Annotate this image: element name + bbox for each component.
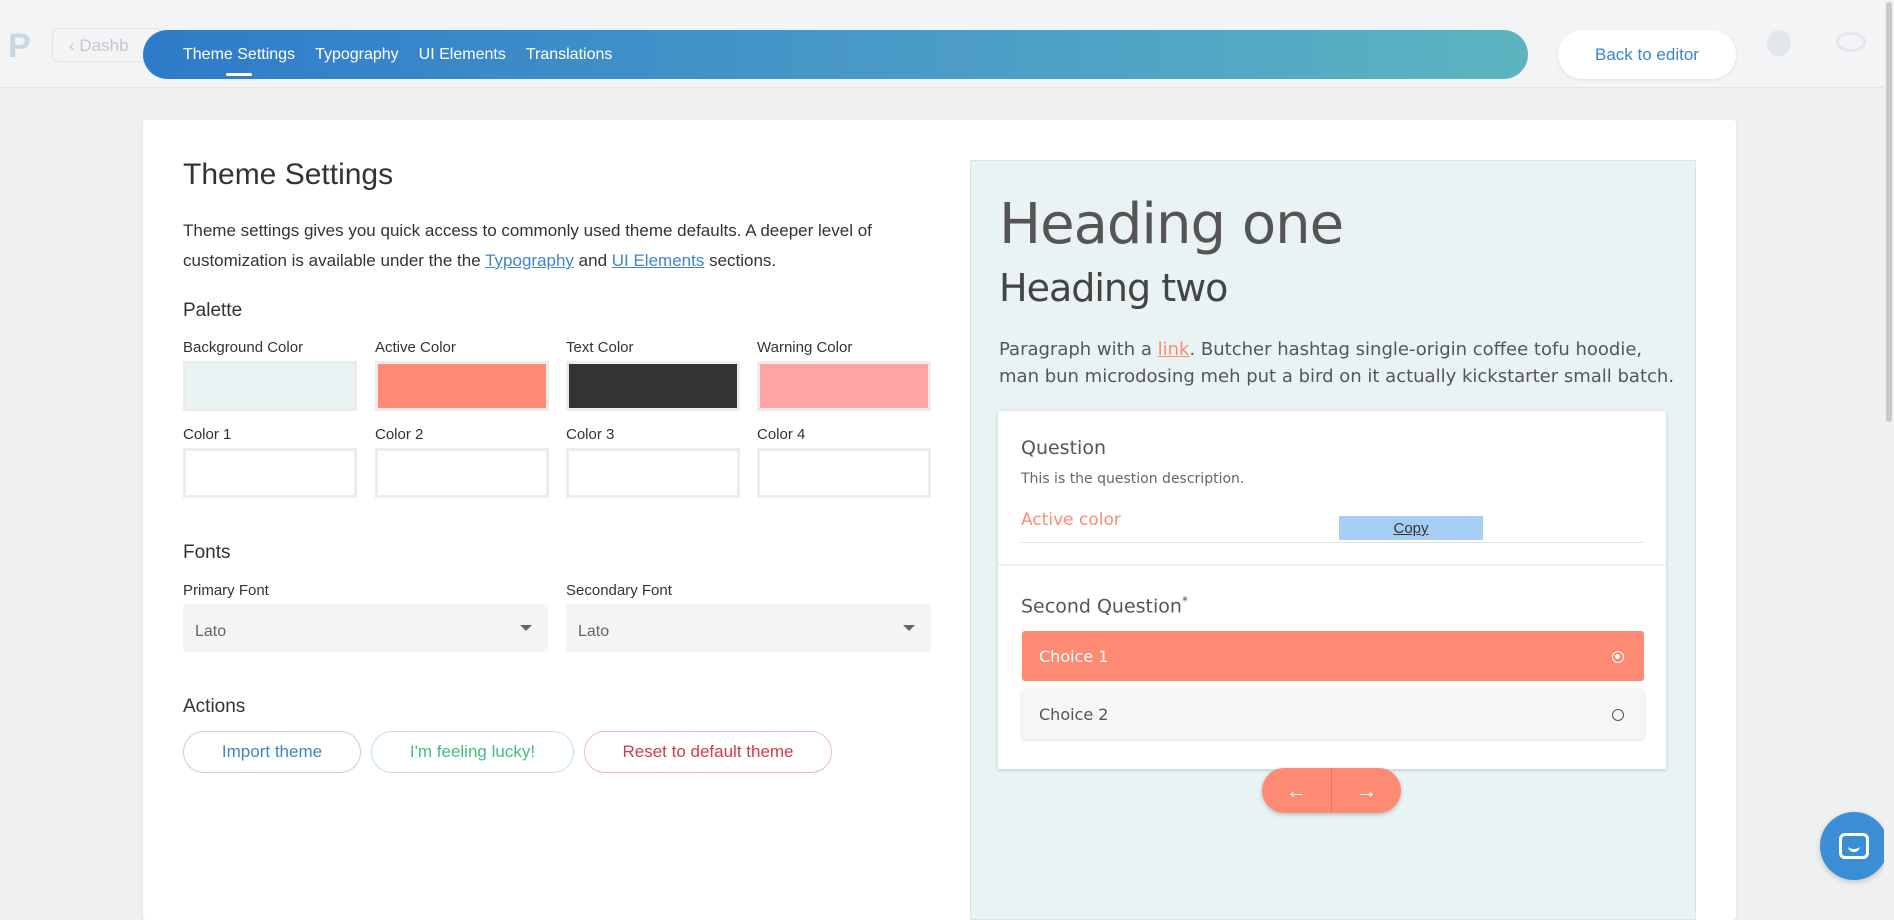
arrow-left-icon[interactable]: ← [1262,768,1331,813]
secondary-font-select[interactable]: Lato [566,604,931,652]
active-color-swatch[interactable] [375,361,549,411]
import-theme-button[interactable]: Import theme [183,731,361,773]
palette-heading: Palette [183,300,243,321]
color-1-label: Color 1 [183,426,232,443]
active-color-label: Active Color [375,339,456,356]
page-title: Theme Settings [183,158,394,191]
intro-text: Theme settings gives you quick access to… [183,221,872,270]
primary-font-label: Primary Font [183,582,269,599]
color-4-label: Color 4 [757,426,806,443]
color-1-swatch[interactable] [183,448,357,498]
color-4-swatch[interactable] [757,448,931,498]
text-color-label: Text Color [566,339,634,356]
feeling-lucky-button[interactable]: I'm feeling lucky! [371,731,574,773]
scrollbar-thumb[interactable] [1886,2,1892,422]
background-color-swatch[interactable] [183,361,357,411]
contrast-icon [1767,30,1791,56]
question-title: Question [1021,437,1106,459]
chevron-down-icon [520,625,532,631]
tab-translations[interactable]: Translations [526,46,613,64]
preview-heading-one: Heading one [999,192,1344,257]
fonts-heading: Fonts [183,542,231,563]
choice-2[interactable]: Choice 2 [1022,689,1644,739]
tab-theme-settings[interactable]: Theme Settings [183,46,295,64]
theme-nav: Theme Settings Typography UI Elements Tr… [143,30,1528,79]
preview-heading-two: Heading two [999,266,1228,310]
choice-1[interactable]: Choice 1 [1022,631,1644,681]
eye-icon [1836,32,1866,52]
tab-typography[interactable]: Typography [315,46,399,64]
reset-theme-button[interactable]: Reset to default theme [584,731,832,773]
typography-link[interactable]: Typography [485,251,574,270]
primary-font-select[interactable]: Lato [183,604,548,652]
radio-icon [1612,709,1624,721]
question-divider [998,564,1666,566]
preview-paragraph: Paragraph with a link. Butcher hashtag s… [999,339,1675,387]
warning-color-label: Warning Color [757,339,853,356]
tab-ui-elements[interactable]: UI Elements [419,46,506,64]
chat-launcher-button[interactable] [1820,812,1888,880]
color-2-swatch[interactable] [375,448,549,498]
question-description: This is the question description. [1021,471,1245,487]
chevron-down-icon [903,625,915,631]
text-color-swatch[interactable] [566,361,740,411]
required-mark: * [1181,594,1188,608]
question-navigation: ← → [1262,768,1401,813]
arrow-right-icon[interactable]: → [1331,768,1401,813]
color-3-label: Color 3 [566,426,615,443]
color-3-swatch[interactable] [566,448,740,498]
secondary-font-label: Secondary Font [566,582,672,599]
warning-color-swatch[interactable] [757,361,931,411]
second-question-title: Second Question* [1021,594,1188,618]
ui-elements-link[interactable]: UI Elements [612,251,705,270]
preview-link[interactable]: link [1158,339,1190,360]
radio-selected-icon [1612,651,1624,663]
background-color-label: Background Color [183,339,304,356]
color-2-label: Color 2 [375,426,424,443]
actions-heading: Actions [183,696,246,717]
question-input-label: Active color [1021,510,1121,530]
question-input[interactable] [1021,542,1644,543]
logo-icon: P [8,27,31,65]
back-to-editor-button[interactable]: Back to editor [1558,30,1736,79]
copy-button[interactable]: Copy [1339,516,1483,540]
chat-icon [1839,833,1869,859]
